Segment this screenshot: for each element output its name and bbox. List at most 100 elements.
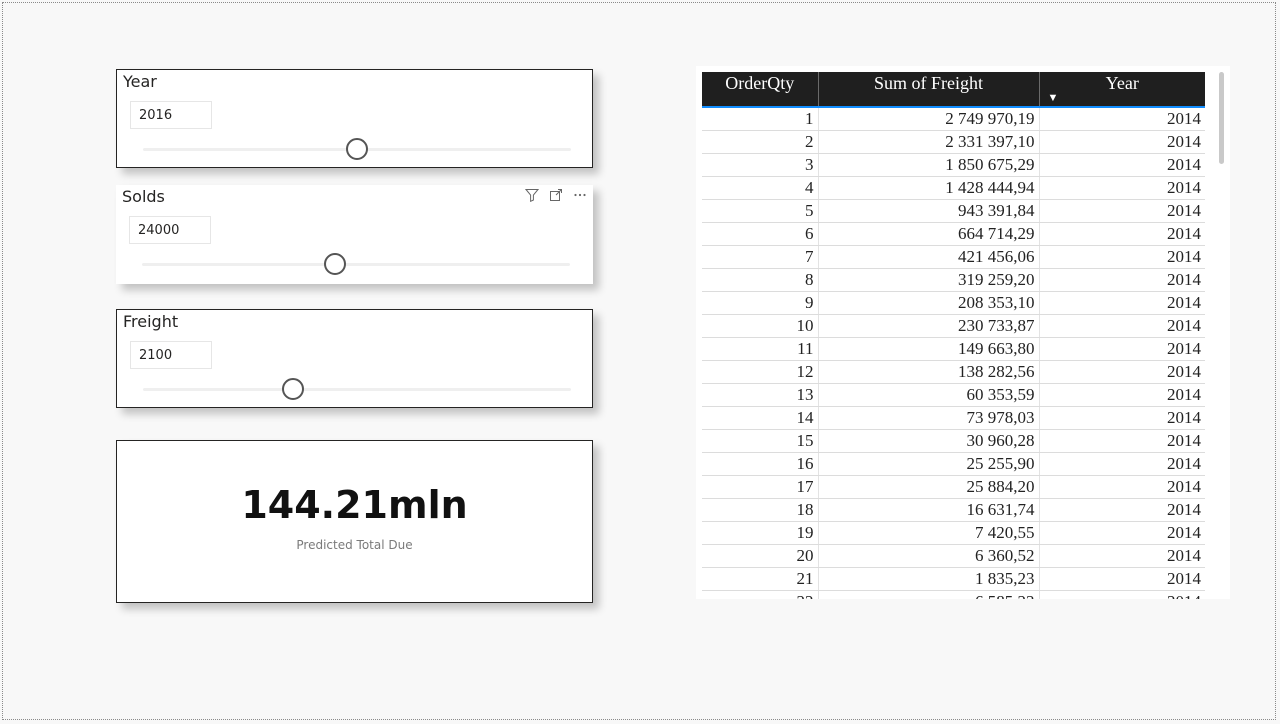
sum-of-freight-cell: 149 663,80: [817, 337, 1039, 361]
column-header-sum-of-freight[interactable]: Sum of Freight: [817, 72, 1039, 108]
table-row[interactable]: 12 749 970,19 2014: [702, 107, 1205, 131]
sum-of-freight-cell: 1 850 675,29: [817, 153, 1039, 177]
table-row[interactable]: 9 208 353,10 2014: [702, 291, 1205, 315]
year-cell: 2014: [1038, 521, 1205, 545]
slider-track[interactable]: [142, 263, 570, 266]
year-cell: 2014: [1038, 153, 1205, 177]
year-cell: 2014: [1038, 107, 1205, 131]
sum-of-freight-cell: 16 631,74: [817, 498, 1039, 522]
sum-of-freight-cell: 138 282,56: [817, 360, 1039, 384]
year-cell: 2014: [1038, 544, 1205, 568]
slicer-title: Solds: [122, 187, 165, 206]
orderqty-cell: 4: [702, 176, 818, 200]
more-options-icon[interactable]: [571, 187, 589, 203]
orderqty-cell: 2: [702, 130, 818, 154]
orderqty-cell: 5: [702, 199, 818, 223]
orderqty-cell: 11: [702, 337, 818, 361]
sum-of-freight-cell: 943 391,84: [817, 199, 1039, 223]
vertical-scrollbar[interactable]: [1219, 72, 1224, 164]
slider-track[interactable]: [143, 388, 571, 391]
table-row[interactable]: 7 421 456,06 2014: [702, 245, 1205, 269]
sum-of-freight-cell: 30 960,28: [817, 429, 1039, 453]
year-value-input[interactable]: 2016: [130, 101, 212, 129]
orderqty-cell: 19: [702, 521, 818, 545]
freight-value-input[interactable]: 2100: [130, 341, 212, 369]
sort-descending-icon: ▼: [1047, 92, 1059, 104]
orderqty-cell: 9: [702, 291, 818, 315]
sum-of-freight-cell: 1 428 444,94: [817, 176, 1039, 200]
orderqty-cell: 1: [702, 107, 818, 131]
sum-of-freight-cell: 6 585,23: [817, 590, 1039, 599]
table-row[interactable]: 31 850 675,29 2014: [702, 153, 1205, 177]
orderqty-cell: 6: [702, 222, 818, 246]
table-row[interactable]: 21 1 835,23 2014: [702, 567, 1205, 591]
sum-of-freight-cell: 421 456,06: [817, 245, 1039, 269]
table-header-row: OrderQty Sum of Freight Year ▼: [702, 72, 1205, 108]
table-row[interactable]: 18 16 631,74 2014: [702, 498, 1205, 522]
table-row[interactable]: 13 60 353,59 2014: [702, 383, 1205, 407]
sum-of-freight-cell: 1 835,23: [817, 567, 1039, 591]
slider-thumb[interactable]: [281, 378, 304, 400]
freight-slicer[interactable]: Freight 2100: [116, 309, 593, 408]
orderqty-cell: 12: [702, 360, 818, 384]
slicer-title: Freight: [123, 312, 179, 331]
table-row[interactable]: 19 7 420,55 2014: [702, 521, 1205, 545]
table-row[interactable]: 5 943 391,84 2014: [702, 199, 1205, 223]
sum-of-freight-cell: 73 978,03: [817, 406, 1039, 430]
solds-value-input[interactable]: 24000: [129, 216, 211, 244]
solds-slicer[interactable]: Solds 24000: [116, 185, 593, 284]
filter-icon[interactable]: [523, 187, 541, 203]
kpi-value: 144.21mln: [241, 483, 468, 527]
table-row[interactable]: 17 25 884,20 2014: [702, 475, 1205, 499]
table-row[interactable]: 226 585,232014: [702, 590, 1205, 599]
table-row[interactable]: 22 331 397,10 2014: [702, 130, 1205, 154]
table-row[interactable]: 20 6 360,52 2014: [702, 544, 1205, 568]
year-cell: 2014: [1038, 130, 1205, 154]
orderqty-cell: 18: [702, 498, 818, 522]
visual-header: [523, 187, 589, 203]
orderqty-cell: 3: [702, 153, 818, 177]
year-cell: 2014: [1038, 291, 1205, 315]
year-cell: 2014: [1038, 498, 1205, 522]
table-visual: OrderQty Sum of Freight Year ▼ 12 749 970…: [696, 66, 1230, 599]
orderqty-cell: 14: [702, 406, 818, 430]
data-table: OrderQty Sum of Freight Year ▼ 12 749 970…: [702, 72, 1205, 599]
year-cell: 2014: [1038, 452, 1205, 476]
focus-mode-icon[interactable]: [547, 187, 565, 203]
table-row[interactable]: 10 230 733,87 2014: [702, 314, 1205, 338]
column-header-year[interactable]: Year ▼: [1038, 72, 1205, 108]
table-row[interactable]: 12 138 282,56 2014: [702, 360, 1205, 384]
slider-thumb[interactable]: [346, 138, 368, 160]
year-cell: 2014: [1038, 199, 1205, 223]
year-cell: 2014: [1038, 360, 1205, 384]
table-row[interactable]: 16 25 255,90 2014: [702, 452, 1205, 476]
orderqty-cell: 8: [702, 268, 818, 292]
sum-of-freight-cell: 7 420,55: [817, 521, 1039, 545]
table-row[interactable]: 6 664 714,29 2014: [702, 222, 1205, 246]
table-row[interactable]: 11 149 663,80 2014: [702, 337, 1205, 361]
orderqty-cell: 15: [702, 429, 818, 453]
kpi-label: Predicted Total Due: [296, 538, 413, 552]
year-cell: 2014: [1038, 429, 1205, 453]
year-cell: 2014: [1038, 314, 1205, 338]
orderqty-cell: 13: [702, 383, 818, 407]
slider-thumb[interactable]: [323, 253, 346, 275]
year-slicer[interactable]: Year 2016: [116, 69, 593, 168]
year-cell: 2014: [1038, 245, 1205, 269]
year-cell: 2014: [1038, 475, 1205, 499]
sum-of-freight-cell: 2 331 397,10: [817, 130, 1039, 154]
orderqty-cell: 10: [702, 314, 818, 338]
table-row[interactable]: 41 428 444,94 2014: [702, 176, 1205, 200]
sum-of-freight-cell: 60 353,59: [817, 383, 1039, 407]
year-cell: 2014: [1038, 337, 1205, 361]
table-row[interactable]: 15 30 960,28 2014: [702, 429, 1205, 453]
sum-of-freight-cell: 25 884,20: [817, 475, 1039, 499]
orderqty-cell: 7: [702, 245, 818, 269]
year-cell: 2014: [1038, 590, 1205, 599]
orderqty-cell: 20: [702, 544, 818, 568]
table-row[interactable]: 14 73 978,03 2014: [702, 406, 1205, 430]
year-cell: 2014: [1038, 567, 1205, 591]
column-header-orderqty[interactable]: OrderQty: [702, 72, 818, 108]
sum-of-freight-cell: 208 353,10: [817, 291, 1039, 315]
table-row[interactable]: 8 319 259,20 2014: [702, 268, 1205, 292]
